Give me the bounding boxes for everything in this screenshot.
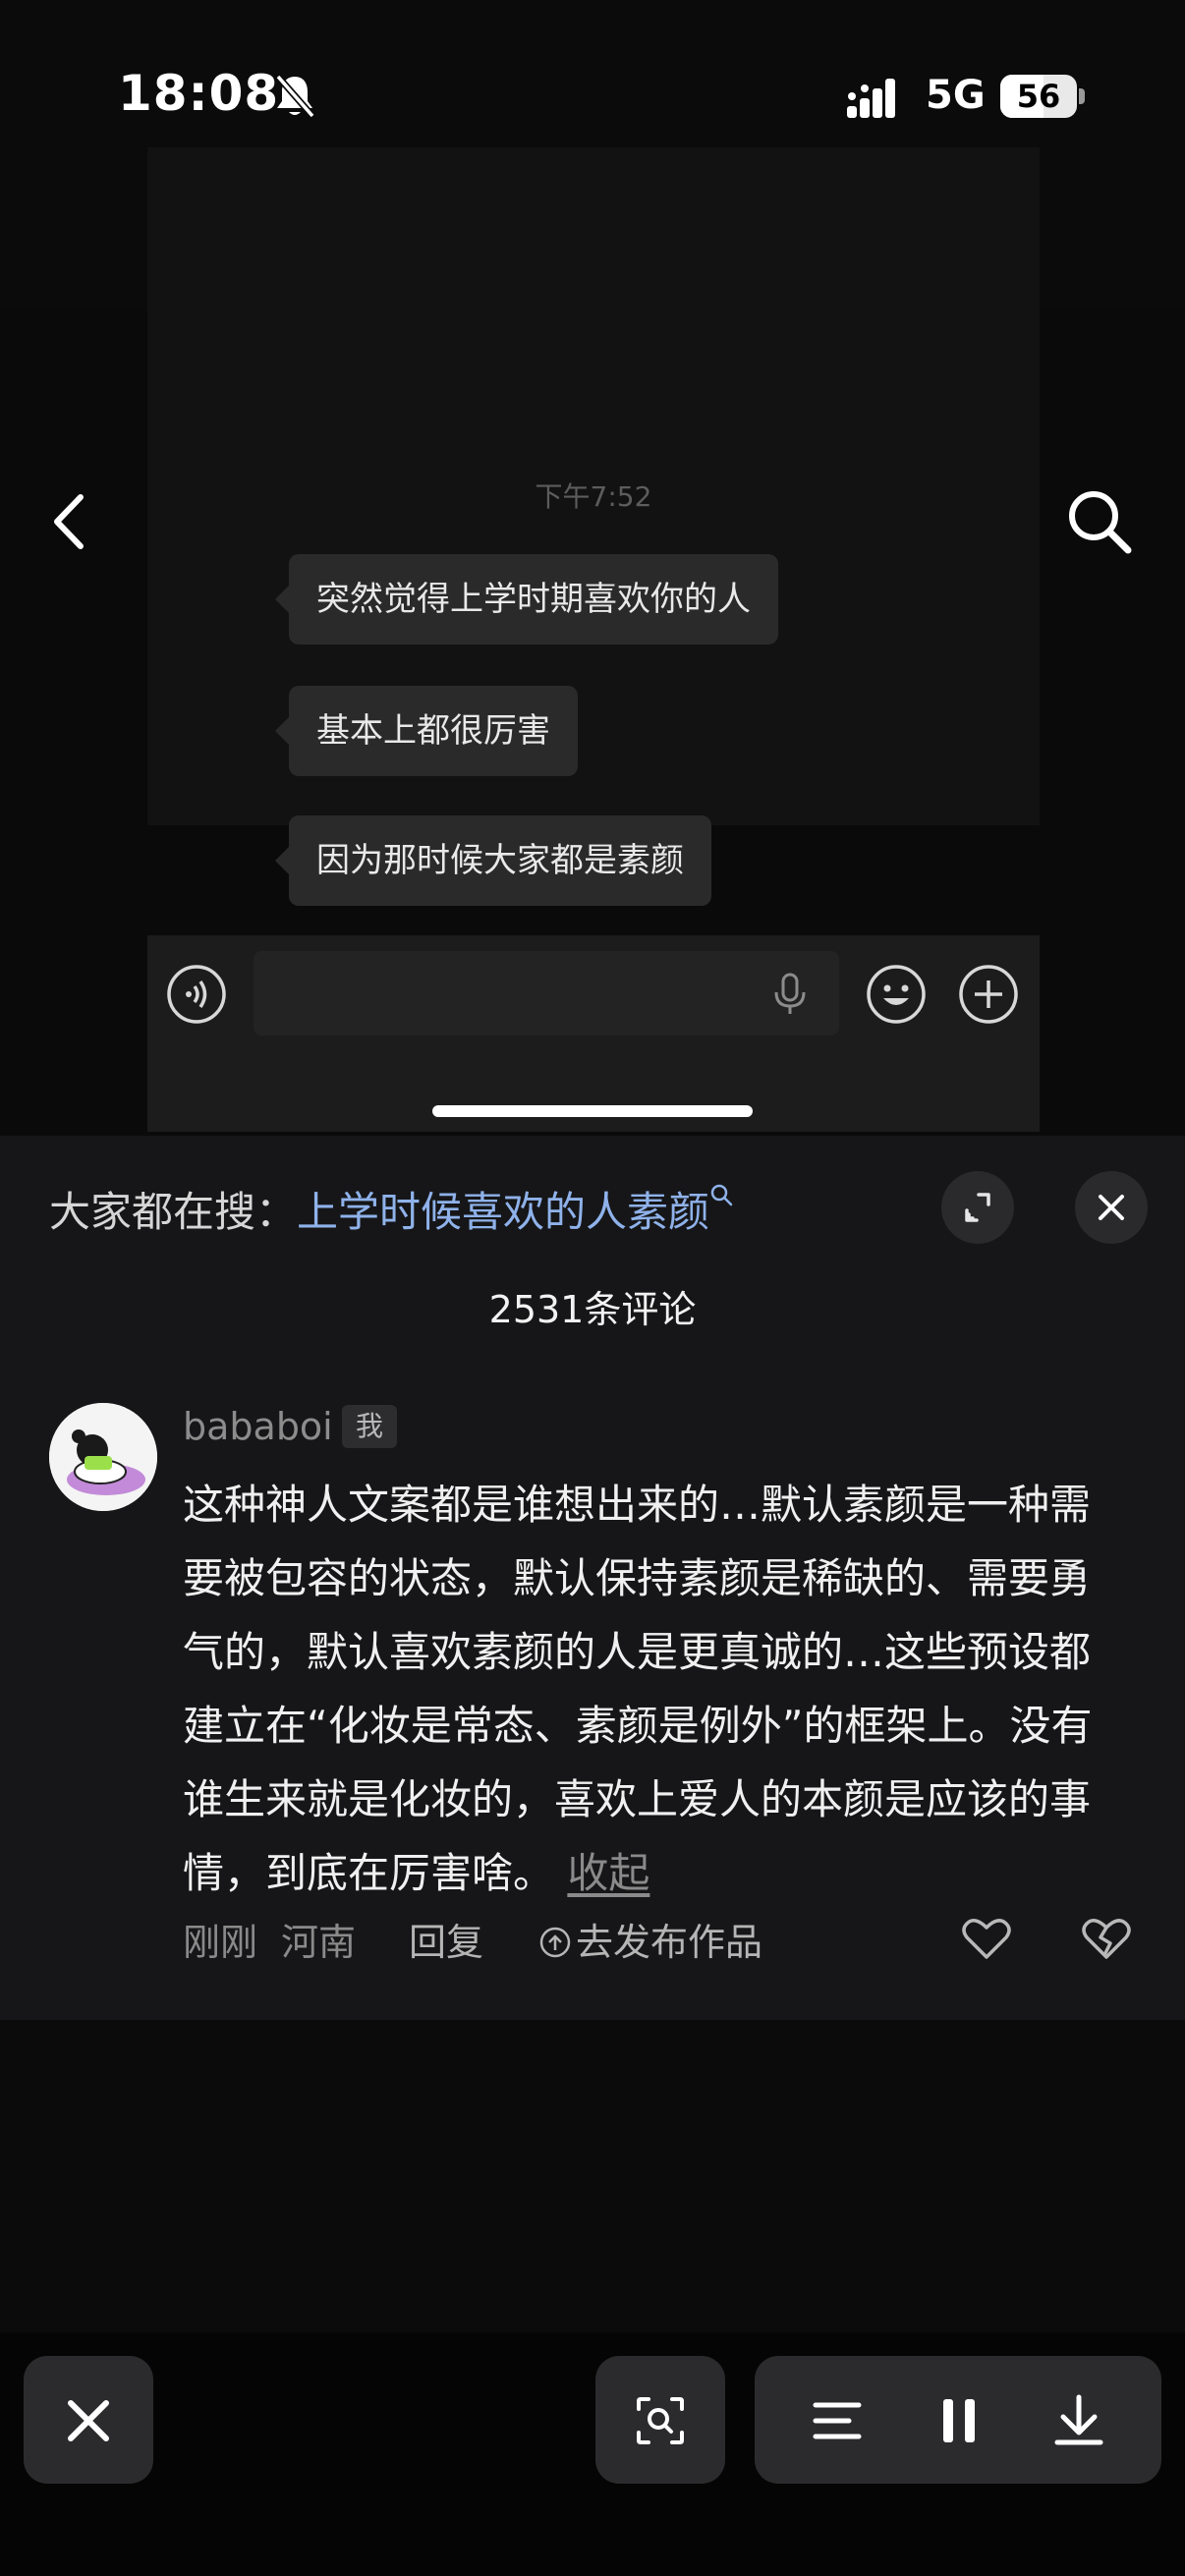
- scan-icon: [637, 2397, 684, 2444]
- text-list-icon[interactable]: [810, 2393, 865, 2448]
- signal-icon: [847, 79, 895, 118]
- mic-icon: [774, 973, 806, 1014]
- reply-button[interactable]: 回复: [409, 1912, 483, 1966]
- pause-icon[interactable]: [931, 2393, 987, 2448]
- search-icon: [710, 1184, 733, 1206]
- close-icon: [68, 2400, 109, 2441]
- collapse-link[interactable]: 收起: [567, 1849, 649, 1897]
- close-icon: [1099, 1195, 1124, 1220]
- comment-count: 2531条评论: [488, 1288, 697, 1331]
- avatar[interactable]: [49, 1403, 157, 1511]
- download-icon[interactable]: [1051, 2393, 1106, 2448]
- comment-body: 这种神人文案都是谁想出来的…默认素颜是一种需要被包容的状态，默认保持素颜是稀缺的…: [183, 1481, 1093, 1897]
- upload-circle-icon: [539, 1927, 571, 1958]
- status-time: 18:08: [118, 65, 280, 122]
- battery-percent: 56: [1016, 78, 1061, 115]
- expand-icon: [965, 1193, 990, 1222]
- plus-icon: [959, 965, 1018, 1024]
- expand-button[interactable]: [941, 1171, 1014, 1244]
- comment-location: 河南: [281, 1921, 357, 1964]
- home-indicator: [432, 1105, 753, 1117]
- voice-icon: [167, 965, 226, 1024]
- publish-link[interactable]: 去发布作品: [538, 1912, 762, 1966]
- close-comments-button[interactable]: [1075, 1171, 1148, 1244]
- author-badge: 我: [342, 1405, 397, 1448]
- comment-username[interactable]: bababoi: [183, 1405, 333, 1448]
- chat-bubble: 突然觉得上学时期喜欢你的人: [275, 554, 778, 644]
- dislike-icon[interactable]: [1081, 1916, 1132, 1961]
- battery-indicator: 56: [1000, 75, 1077, 118]
- publish-label: 去发布作品: [576, 1921, 763, 1964]
- battery-nub: [1079, 88, 1085, 104]
- hot-search-query[interactable]: 上学时候喜欢的人素颜: [297, 1188, 709, 1236]
- comment-time: 刚刚: [183, 1921, 258, 1964]
- like-icon[interactable]: [961, 1916, 1012, 1961]
- chat-bubble: 因为那时候大家都是素颜: [275, 815, 711, 906]
- hot-search-label: 大家都在搜：: [49, 1188, 298, 1236]
- avatar-image: [49, 1403, 157, 1511]
- chat-timestamp: 下午7:52: [535, 480, 652, 513]
- chat-bubble: 基本上都很厉害: [275, 686, 578, 776]
- search-icon[interactable]: [1065, 487, 1134, 556]
- bell-slash-icon: [275, 74, 315, 119]
- chat-text-input: [254, 951, 839, 1036]
- hot-search[interactable]: 大家都在搜：上学时候喜欢的人素颜: [49, 1179, 735, 1239]
- emoji-icon: [867, 965, 926, 1024]
- comment-text: 这种神人文案都是谁想出来的…默认素颜是一种需要被包容的状态，默认保持素颜是稀缺的…: [183, 1468, 1126, 1910]
- network-label: 5G: [926, 73, 986, 118]
- back-icon[interactable]: [45, 489, 94, 554]
